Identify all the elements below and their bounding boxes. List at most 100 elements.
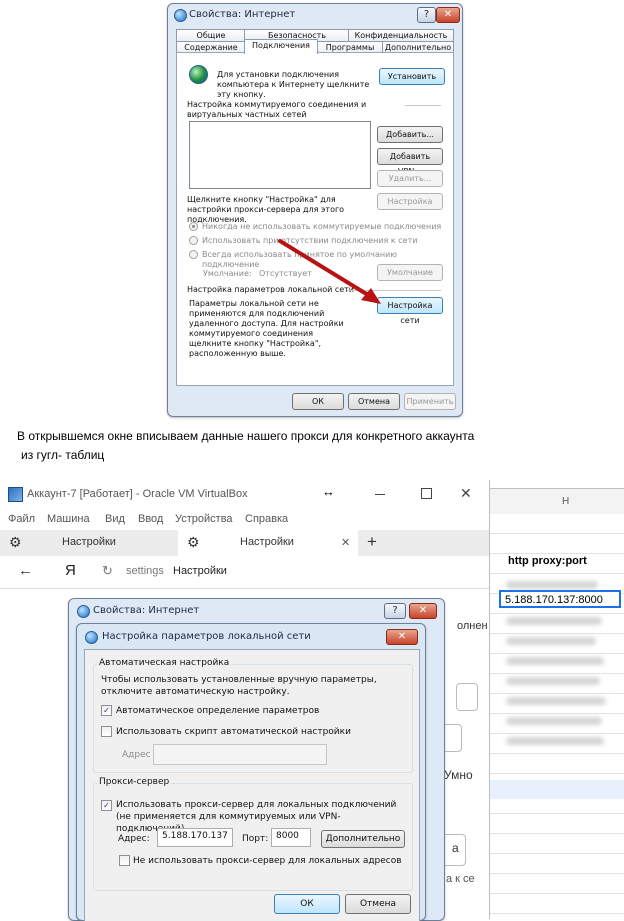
menu-view[interactable]: Вид [105,513,125,525]
radio-always-dial[interactable] [189,250,198,259]
dialup-header: Настройка коммутируемого соединения и ви… [187,100,367,119]
address-title[interactable]: Настройки [173,565,227,577]
internet-properties-dialog: Свойства: Интернет ? ✕ Общие Безопасност… [167,3,463,417]
red-arrow-shaft [278,239,375,300]
connections-pane: Для установки подключения компьютера к И… [176,52,454,386]
lan-settings-dialog: Настройка параметров локальной сети ✕ Ав… [76,623,426,921]
default-label: Умолчание: [203,269,252,278]
blurred-cell [506,617,602,625]
radio-dial-when-no-network[interactable] [189,236,198,245]
blurred-cell [506,657,604,665]
proxy-address-label: Адрес: [118,834,150,844]
tab-gear-icon: ⚙ [187,534,200,550]
lan-dialog-body: Автоматическая настройка Чтобы использов… [84,649,420,921]
connections-list[interactable] [189,121,371,189]
proxy-port-label: Порт: [242,834,269,844]
reload-button[interactable]: ↻ [102,563,113,579]
auto-detect-checkbox[interactable]: ✓ [101,705,112,716]
lan-dialog-icon [85,631,98,644]
lan-close-button[interactable]: ✕ [386,629,418,645]
proxy-port-input[interactable]: 8000 [271,828,311,847]
blurred-cell [506,737,604,745]
ok-button[interactable]: ОК [292,393,344,410]
partial-text-2: Умно [444,768,473,782]
close-button[interactable]: ✕ [436,7,460,23]
settings-button[interactable]: Настройка [377,193,443,210]
bypass-local-checkbox[interactable] [119,855,130,866]
script-address-label: Адрес [122,750,151,760]
browser-toolbar: ← Я ↻ settings Настройки [0,556,489,589]
tab-gear-icon: ⚙ [9,534,22,550]
browser-tab-1[interactable]: Настройки [62,536,116,548]
menu-input[interactable]: Ввод [138,513,163,525]
vbox-close-button[interactable]: ✕ [460,485,472,502]
resize-cursor-icon: ↔ [322,484,335,499]
tab-privacy[interactable]: Конфиденциальность [348,29,454,41]
auto-config-text: Чтобы использовать установленные вручную… [101,675,377,697]
tab-connections[interactable]: Подключения [244,39,318,54]
vm-close-button[interactable]: ✕ [409,603,437,619]
red-arrow-annotation [278,239,381,304]
auto-script-checkbox[interactable] [101,726,112,737]
bypass-local-label: Не использовать прокси-сервер для локаль… [133,856,402,866]
menu-help[interactable]: Справка [245,513,288,525]
blurred-cell [506,677,600,685]
partial-button-1[interactable] [456,683,478,711]
vbox-title: Аккаунт-7 [Работает] - Oracle VM Virtual… [27,488,248,500]
help-button[interactable]: ? [417,7,436,23]
proxy-group-label: Прокси-сервер [97,777,172,787]
tab-close-icon[interactable]: ✕ [341,536,350,549]
proxy-address-input[interactable]: 5.188.170.137 [157,828,233,847]
title-bar: Свойства: Интернет ? ✕ [168,4,462,26]
vbox-titlebar: Аккаунт-7 [Работает] - Oracle VM Virtual… [0,480,489,508]
lan-cancel-button[interactable]: Отмена [345,894,411,914]
proxy-hint: Щелкните кнопку "Настройка" для настройк… [187,195,345,224]
minimize-button[interactable] [375,494,385,495]
browser-tab-2[interactable]: ⚙ Настройки ✕ [178,530,358,556]
radio-never-dial-label: Никогда не использовать коммутируемые по… [202,222,442,231]
partial-text-4: а к се [446,873,475,885]
menu-devices[interactable]: Устройства [175,513,233,525]
vm-dialog-title: Свойства: Интернет [93,605,200,616]
address-prefix[interactable]: settings [126,565,164,577]
remove-button[interactable]: Удалить... [377,170,443,187]
tab-general[interactable]: Общие [176,29,246,41]
new-tab-button[interactable]: + [367,532,377,552]
vbox-menubar: Файл Машина Вид Ввод Устройства Справка [0,510,489,528]
dialog-title: Свойства: Интернет [189,9,296,20]
add-vpn-button[interactable]: Добавить VPN... [377,148,443,176]
use-proxy-checkbox[interactable]: ✓ [101,800,112,811]
partial-text-3: а [452,841,459,855]
sheet-selected-cell[interactable]: 5.188.170.137:8000 [499,590,621,608]
yandex-logo[interactable]: Я [65,562,76,579]
add-button[interactable]: Добавить... [377,126,443,143]
menu-machine[interactable]: Машина [47,513,90,525]
lan-dialog-title: Настройка параметров локальной сети [102,631,311,642]
menu-file[interactable]: Файл [8,513,35,525]
script-address-input[interactable] [153,744,327,765]
blurred-cell [506,717,602,725]
lan-ok-button[interactable]: ОК [274,894,340,914]
blurred-cell [506,581,598,589]
auto-config-label: Автоматическая настройка [97,658,232,668]
advanced-button[interactable]: Дополнительно [321,830,405,848]
setup-text: Для установки подключения компьютера к И… [217,70,370,99]
setup-button[interactable]: Установить [379,68,445,85]
sheet-column-letter: H [562,496,570,507]
radio-never-dial[interactable] [189,222,198,231]
network-globe-icon [189,65,208,84]
sheet-column-header: H [490,488,624,516]
blurred-cell [506,637,596,645]
vm-help-button[interactable]: ? [384,603,406,619]
ie-globe-icon [174,9,187,22]
partial-button-2[interactable] [442,724,462,752]
ie-globe-icon [77,605,90,618]
partial-text-1: олнен [457,620,488,632]
back-button[interactable]: ← [18,562,33,579]
cancel-button[interactable]: Отмена [348,393,400,410]
apply-button[interactable]: Применить [404,393,456,410]
blurred-cell [506,697,606,705]
sheet-header-cell[interactable]: http proxy:port [508,555,587,567]
maximize-button[interactable] [421,488,432,499]
caption-line-1: В открывшемся окне вписываем данные наше… [17,429,475,443]
